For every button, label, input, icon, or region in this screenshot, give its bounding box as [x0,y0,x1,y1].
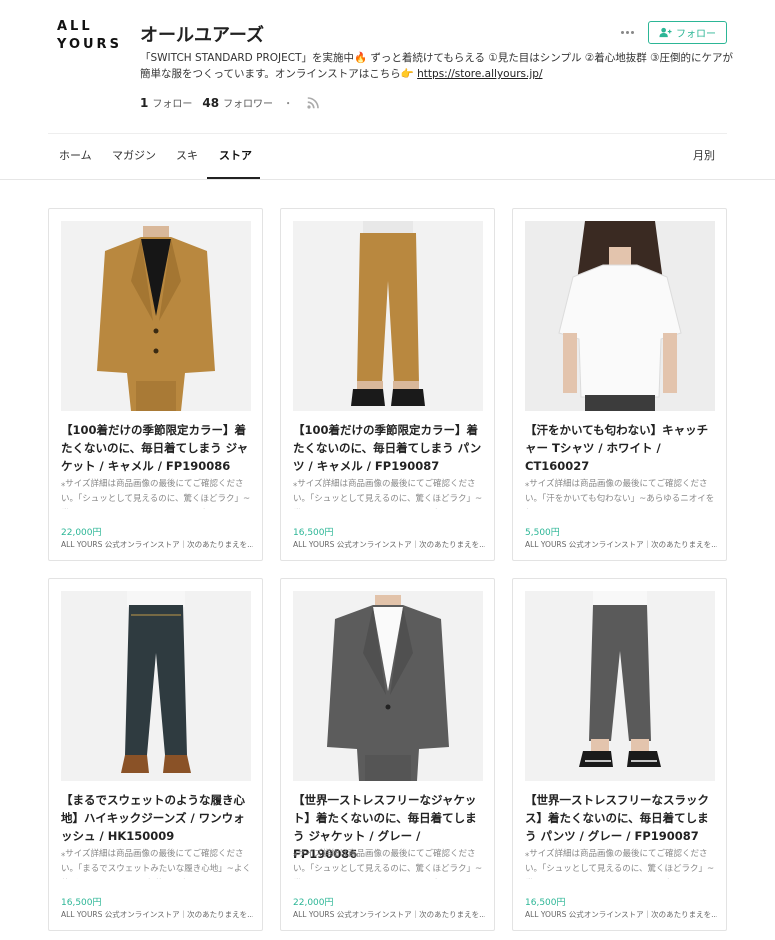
product-price: 16,500円 [61,898,102,908]
product-description: ⁎サイズ詳細は商品画像の最後にてご確認ください。「シュッとして見えるのに、驚くほ… [293,479,483,504]
product-price: 16,500円 [525,898,566,908]
follow-button-label: フォロー [676,29,716,40]
tab-home[interactable]: ホーム [59,134,92,179]
product-image [525,221,715,411]
product-card[interactable]: 【世界一ストレスフリーなジャケット】着たくないのに、毎日着てしまう ジャケット … [280,578,495,931]
add-user-icon [659,27,672,38]
product-description: ⁎サイズ詳細は商品画像の最後にてご確認ください。「シュッとして見えるのに、驚くほ… [525,849,715,874]
follow-count[interactable]: 1 [140,96,148,110]
logo-line-2: YOURS [57,37,122,52]
product-card[interactable]: 【汗をかいても匂わない】キャッチャー Tシャツ / ホワイト / CT16002… [512,208,727,561]
product-image [293,591,483,781]
product-card[interactable]: 【100着だけの季節限定カラー】着たくないのに、毎日着てしまう パンツ / キャ… [280,208,495,561]
brand-logo[interactable]: ALL YOURS [57,18,127,54]
product-image [61,221,251,411]
product-title: 【100着だけの季節限定カラー】着たくないのに、毎日着てしまう パンツ / キャ… [293,423,482,473]
profile-tabs: ホーム マガジン スキ ストア 月別 [48,134,727,179]
product-image [293,221,483,411]
product-card[interactable]: 【100着だけの季節限定カラー】着たくないのに、毎日着てしまう ジャケット / … [48,208,263,561]
tabs-divider [0,179,775,180]
follower-label[interactable]: フォロワー [223,95,273,110]
more-dot-icon [630,30,634,34]
tab-store[interactable]: ストア [207,134,260,179]
bio-store-link[interactable]: https://store.allyours.jp/ [417,68,542,80]
product-title: 【まるでスウェットのような履き心地】ハイキックジーンズ / ワンウォッシュ / … [61,793,245,843]
product-description: ⁎サイズ詳細は商品画像の最後にてご確認ください。「汗をかいても匂わない」~あらゆ… [525,479,715,504]
shop-name: ALL YOURS 公式オンラインストア｜次のあたりまえを... [293,540,485,549]
shop-name: ALL YOURS 公式オンラインストア｜次のあたりまえを... [525,540,717,549]
follow-label[interactable]: フォロー [152,95,192,110]
product-title: 【100着だけの季節限定カラー】着たくないのに、毎日着てしまう ジャケット / … [61,423,249,473]
follower-count[interactable]: 48 [202,96,219,110]
shop-name: ALL YOURS 公式オンラインストア｜次のあたりまえを... [525,910,717,919]
product-title: 【世界一ストレスフリーなスラックス】着たくないのに、毎日着てしまう パンツ / … [525,793,709,843]
rss-icon[interactable] [307,96,319,109]
profile-stats: 1 フォロー 48 フォロワー ・ [140,95,319,110]
tab-magazine[interactable]: マガジン [112,134,156,179]
product-price: 22,000円 [293,898,334,908]
more-dot-icon [620,30,624,34]
product-price: 5,500円 [525,528,560,538]
more-options-button[interactable] [617,24,637,40]
profile-name[interactable]: オールユアーズ [140,21,264,47]
follow-button[interactable]: フォロー [648,21,727,44]
profile-bio: 「SWITCH STANDARD PROJECT」を実施中🔥 ずっと着続けてもら… [140,50,735,82]
more-dot-icon [625,30,629,34]
monthly-archive-button[interactable]: 月別 [693,134,715,179]
shop-name: ALL YOURS 公式オンラインストア｜次のあたりまえを... [293,910,485,919]
stats-separator: ・ [283,99,294,110]
product-description: ⁎サイズ詳細は商品画像の最後にてご確認ください。「シュッとして見えるのに、驚くほ… [61,479,251,504]
product-description: ⁎サイズ詳細は商品画像の最後にてご確認ください。「まるでスウェットみたいな履き心… [61,849,251,874]
tab-likes[interactable]: スキ [176,134,198,179]
shop-name: ALL YOURS 公式オンラインストア｜次のあたりまえを... [61,910,253,919]
product-card[interactable]: 【世界一ストレスフリーなスラックス】着たくないのに、毎日着てしまう パンツ / … [512,578,727,931]
product-price: 22,000円 [61,528,102,538]
product-image [525,591,715,781]
logo-line-1: ALL [57,19,93,34]
shop-name: ALL YOURS 公式オンラインストア｜次のあたりまえを... [61,540,253,549]
product-card[interactable]: 【まるでスウェットのような履き心地】ハイキックジーンズ / ワンウォッシュ / … [48,578,263,931]
product-title: 【汗をかいても匂わない】キャッチャー Tシャツ / ホワイト / CT16002… [525,423,709,473]
product-image [61,591,251,781]
product-description: ⁎サイズ詳細は商品画像の最後にてご確認ください。「シュッとして見えるのに、驚くほ… [293,849,483,874]
product-price: 16,500円 [293,528,334,538]
